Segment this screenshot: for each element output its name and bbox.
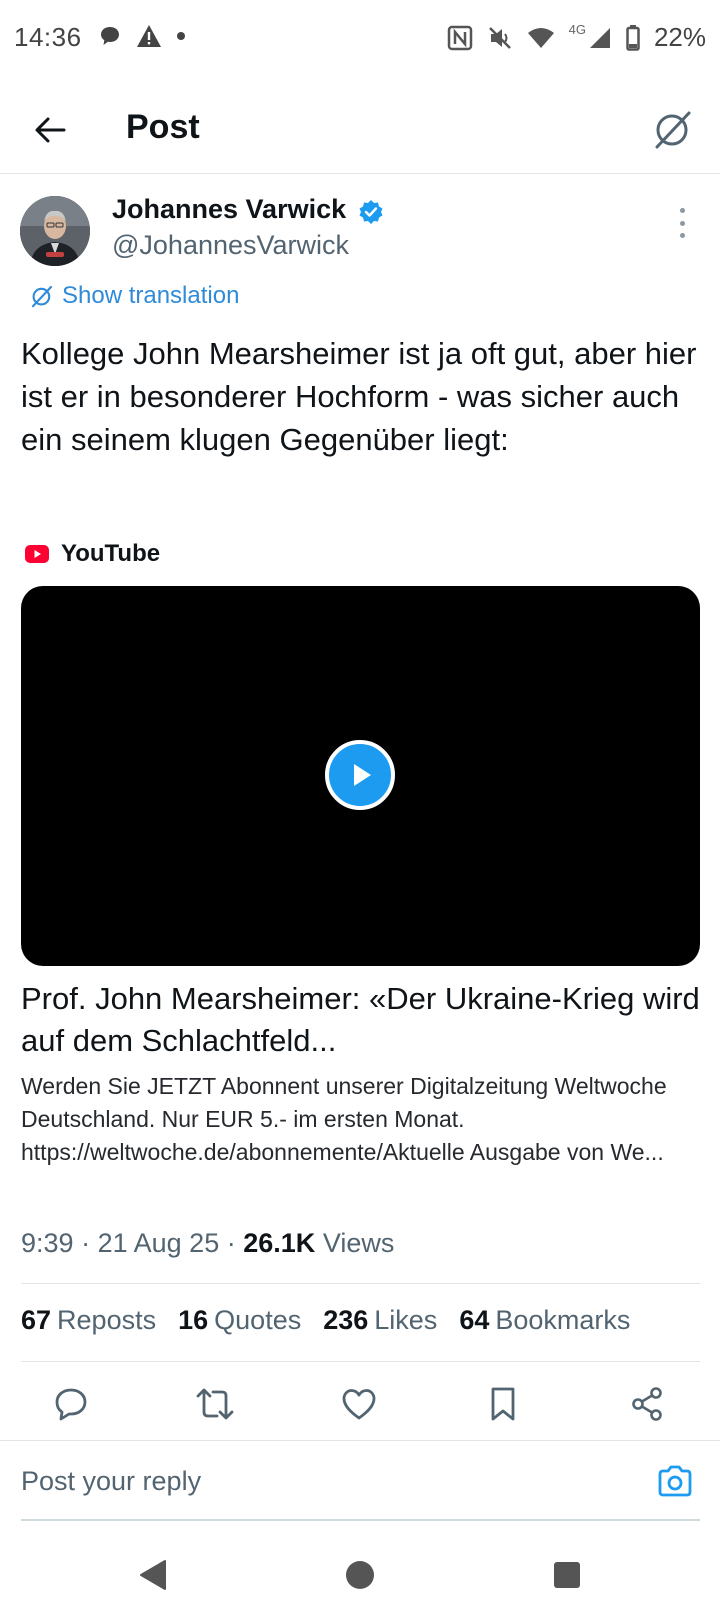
- reposts-label: Reposts: [57, 1305, 157, 1335]
- repost-icon: [196, 1388, 234, 1420]
- play-icon: [354, 764, 371, 786]
- separator: ·: [81, 1228, 91, 1258]
- card-source: YouTube: [25, 540, 160, 568]
- battery-percent: 22%: [653, 22, 706, 52]
- signal-icon: [589, 27, 610, 48]
- likes-label: Likes: [374, 1305, 438, 1335]
- nav-home-button[interactable]: [335, 1550, 385, 1600]
- reply-button[interactable]: [45, 1378, 97, 1430]
- nav-back-button[interactable]: [128, 1550, 178, 1600]
- nav-recents-button[interactable]: [542, 1550, 592, 1600]
- camera-button[interactable]: [652, 1459, 698, 1503]
- share-button[interactable]: [621, 1378, 673, 1430]
- verified-badge-icon: [359, 200, 383, 224]
- share-icon: [632, 1387, 662, 1421]
- camera-icon: [658, 1465, 692, 1497]
- youtube-icon: [25, 545, 49, 563]
- square-recents-icon: [554, 1562, 580, 1588]
- battery-icon: [626, 24, 640, 51]
- nfc-icon: [447, 25, 472, 50]
- grok-icon: [31, 285, 53, 308]
- triangle-back-icon: [140, 1560, 166, 1590]
- divider: [21, 1519, 700, 1521]
- video-player[interactable]: [21, 586, 700, 966]
- dot: [679, 220, 685, 226]
- more-options-button[interactable]: [674, 208, 690, 238]
- grok-icon: [655, 111, 691, 149]
- card-source-label: YouTube: [61, 540, 161, 567]
- reply-icon: [55, 1388, 87, 1421]
- reposts-stat[interactable]: 67 Reposts: [21, 1305, 156, 1336]
- author-handle[interactable]: @JohannesVarwick: [112, 230, 349, 261]
- post-time: 9:39: [21, 1228, 74, 1258]
- bookmarks-stat[interactable]: 64 Bookmarks: [459, 1305, 630, 1336]
- top-app-bar: Post: [0, 88, 720, 174]
- author-name[interactable]: Johannes Varwick: [112, 194, 346, 225]
- status-time: 14:36: [14, 22, 82, 52]
- page-title: Post: [126, 108, 200, 146]
- like-button[interactable]: [333, 1378, 385, 1430]
- status-bar: 14:36 4G 22%: [0, 0, 720, 78]
- bookmark-button[interactable]: [477, 1378, 529, 1430]
- engagement-stats: 67 Reposts 16 Quotes 236 Likes 64 Bookmarks: [21, 1305, 630, 1336]
- avatar-image: [20, 196, 90, 266]
- divider: [21, 1283, 700, 1284]
- post-text: Kollege John Mearsheimer ist ja oft gut,…: [21, 336, 697, 457]
- views-count: 26.1K: [243, 1228, 316, 1258]
- arrow-left-icon: [35, 117, 66, 143]
- reply-bar: [0, 1440, 720, 1522]
- separator: ·: [226, 1228, 236, 1258]
- quotes-label: Quotes: [214, 1305, 302, 1335]
- heart-icon: [342, 1389, 376, 1420]
- likes-stat[interactable]: 236 Likes: [323, 1305, 437, 1336]
- quotes-count: 16: [178, 1305, 209, 1335]
- reply-input[interactable]: [21, 1459, 581, 1503]
- back-button[interactable]: [28, 108, 72, 152]
- bookmark-icon: [491, 1387, 515, 1421]
- post-date: 21 Aug 25: [97, 1228, 220, 1258]
- views-label: Views: [322, 1228, 395, 1258]
- reposts-count: 67: [21, 1305, 52, 1335]
- circle-home-icon: [346, 1561, 374, 1589]
- bookmarks-count: 64: [459, 1305, 490, 1335]
- system-nav-bar: [0, 1540, 720, 1612]
- quotes-stat[interactable]: 16 Quotes: [178, 1305, 301, 1336]
- dot-icon: [177, 32, 185, 40]
- dot: [679, 208, 685, 213]
- network-type: 4G: [568, 22, 586, 37]
- wifi-icon: [527, 27, 554, 48]
- card-description: Werden Sie JETZT Abonnent unserer Digita…: [21, 1073, 667, 1165]
- avatar[interactable]: [20, 196, 90, 266]
- chat-bubble-icon: [101, 27, 119, 45]
- repost-button[interactable]: [189, 1378, 241, 1430]
- grok-button[interactable]: [648, 104, 698, 154]
- post-timestamp: 9:39 · 21 Aug 25 · 26.1K Views: [21, 1228, 394, 1259]
- action-bar: [0, 1378, 720, 1430]
- show-translation-link[interactable]: Show translation: [30, 282, 239, 310]
- show-translation-label: Show translation: [62, 282, 240, 309]
- dot: [679, 233, 685, 238]
- divider: [21, 1361, 700, 1362]
- card-title[interactable]: Prof. John Mearsheimer: «Der Ukraine-Kri…: [21, 978, 701, 1062]
- bookmarks-label: Bookmarks: [495, 1305, 631, 1335]
- mute-icon: [488, 26, 511, 49]
- play-button[interactable]: [325, 740, 395, 810]
- warning-icon: [137, 25, 161, 47]
- likes-count: 236: [323, 1305, 369, 1335]
